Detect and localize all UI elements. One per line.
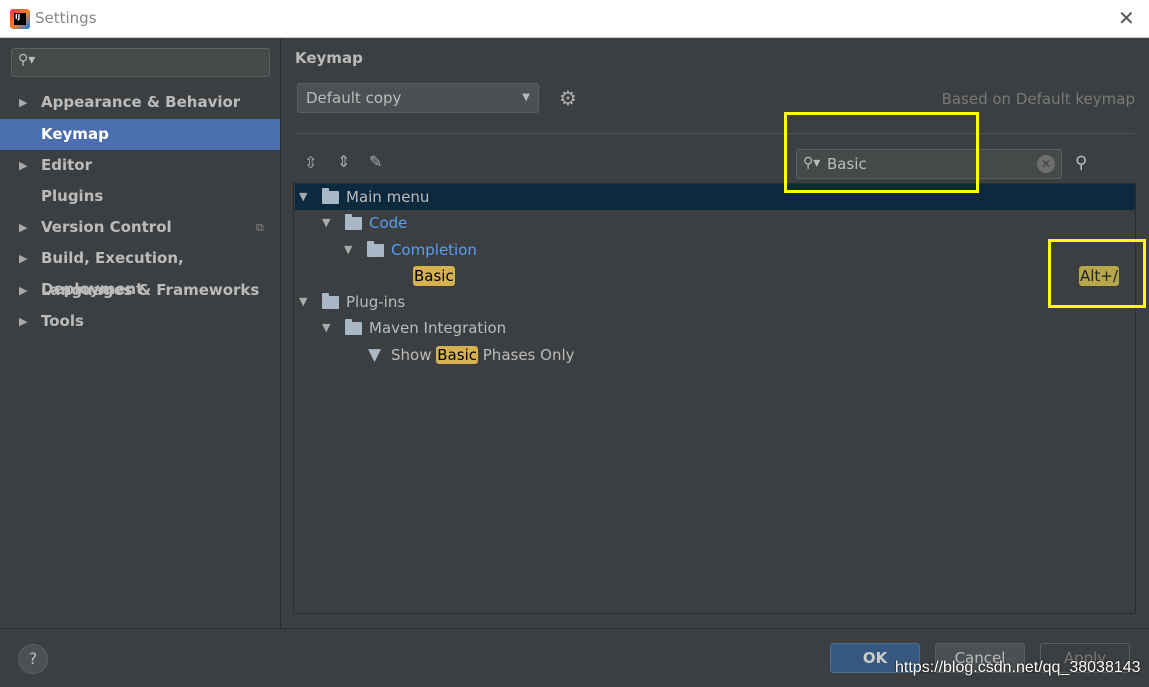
clear-search-icon[interactable]: ✕ xyxy=(1037,155,1055,173)
annotation-box-shortcut xyxy=(1048,239,1146,308)
chevron-down-icon: ▼ xyxy=(522,92,530,103)
expand-arrow-icon: ▶ xyxy=(19,221,28,234)
tree-label-highlight: Basic xyxy=(436,346,478,364)
title-bar: IJ Settings ✕ xyxy=(0,0,1149,38)
expand-arrow-icon: ▼ xyxy=(322,321,331,334)
tree-label: Completion xyxy=(391,241,477,259)
sidebar-item-appearance[interactable]: ▶ Appearance & Behavior xyxy=(0,87,280,118)
sidebar-item-editor[interactable]: ▶ Editor xyxy=(0,150,280,181)
expand-arrow-icon: ▼ xyxy=(322,216,331,229)
sidebar: ⚲▾ ▶ Appearance & Behavior Keymap ▶ Editor… xyxy=(0,38,281,628)
tree-row-main-menu[interactable]: ▼ Main menu xyxy=(295,184,1135,210)
page-title: Keymap xyxy=(295,49,363,67)
window-title: Settings xyxy=(35,9,97,27)
filter-icon: ▼ xyxy=(368,345,382,365)
sidebar-item-languages[interactable]: ▶ Languages & Frameworks xyxy=(0,275,280,306)
based-on-label: Based on Default keymap xyxy=(941,90,1135,108)
sidebar-item-version-control[interactable]: ▶ Version Control ⧉ xyxy=(0,212,280,243)
tree-label: Show xyxy=(391,346,432,364)
expand-arrow-icon: ▼ xyxy=(344,243,353,256)
expand-arrow-icon: ▶ xyxy=(19,159,28,172)
tree-label: Plug-ins xyxy=(346,293,406,311)
gear-icon[interactable]: ⚙ xyxy=(559,86,577,110)
watermark: https://blog.csdn.net/qq_38038143 xyxy=(895,659,1141,676)
tree-row-show-basic[interactable]: ▼ Show Basic Phases Only xyxy=(295,342,1135,368)
tree-row-code[interactable]: ▼ Code xyxy=(295,210,1135,236)
keymap-select-value: Default copy xyxy=(306,89,402,107)
sidebar-item-tools[interactable]: ▶ Tools xyxy=(0,306,280,337)
expand-arrow-icon: ▶ xyxy=(19,252,28,265)
find-shortcut-icon[interactable]: ⚲ xyxy=(1075,153,1087,173)
tree-row-basic[interactable]: Basic Alt+/ xyxy=(295,263,1135,289)
expand-arrow-icon: ▶ xyxy=(19,96,28,109)
search-icon: ⚲▾ xyxy=(18,52,36,68)
project-scope-icon: ⧉ xyxy=(256,221,264,234)
tree-label: Maven Integration xyxy=(369,319,507,337)
keymap-select[interactable]: Default copy ▼ xyxy=(297,83,539,113)
help-button[interactable]: ? xyxy=(18,644,48,674)
expand-arrow-icon: ▼ xyxy=(299,295,308,308)
tree-row-maven[interactable]: ▼ Maven Integration xyxy=(295,315,1135,341)
edit-pencil-icon[interactable]: ✎ xyxy=(369,152,382,171)
folder-icon xyxy=(345,319,362,335)
tree-label: Code xyxy=(369,214,408,232)
intellij-logo-icon: IJ xyxy=(10,9,30,29)
sidebar-item-plugins[interactable]: Plugins xyxy=(0,181,280,212)
close-button[interactable]: ✕ xyxy=(1118,6,1135,30)
expand-arrow-icon: ▶ xyxy=(19,315,28,328)
tree-row-completion[interactable]: ▼ Completion xyxy=(295,237,1135,263)
expand-arrow-icon: ▼ xyxy=(299,190,308,203)
folder-icon xyxy=(345,214,362,230)
annotation-box-search xyxy=(784,112,979,193)
settings-search-input[interactable]: ⚲▾ xyxy=(11,48,270,77)
sidebar-item-build[interactable]: ▶ Build, Execution, Deployment xyxy=(0,243,280,298)
sidebar-item-keymap[interactable]: Keymap xyxy=(0,119,280,150)
footer-divider xyxy=(0,628,1149,629)
divider xyxy=(295,133,1135,134)
menu-folder-icon xyxy=(322,188,339,204)
tree-label: Main menu xyxy=(346,188,430,206)
expand-arrow-icon: ▶ xyxy=(19,284,28,297)
tree-label: Basic xyxy=(413,266,455,286)
tree-label: Phases Only xyxy=(482,346,575,364)
expand-all-icon[interactable]: ⇳ xyxy=(304,153,317,172)
collapse-all-icon[interactable]: ⇕ xyxy=(337,152,350,171)
folder-icon xyxy=(367,241,384,257)
folder-icon xyxy=(322,293,339,309)
tree-row-plugins[interactable]: ▼ Plug-ins xyxy=(295,289,1135,315)
